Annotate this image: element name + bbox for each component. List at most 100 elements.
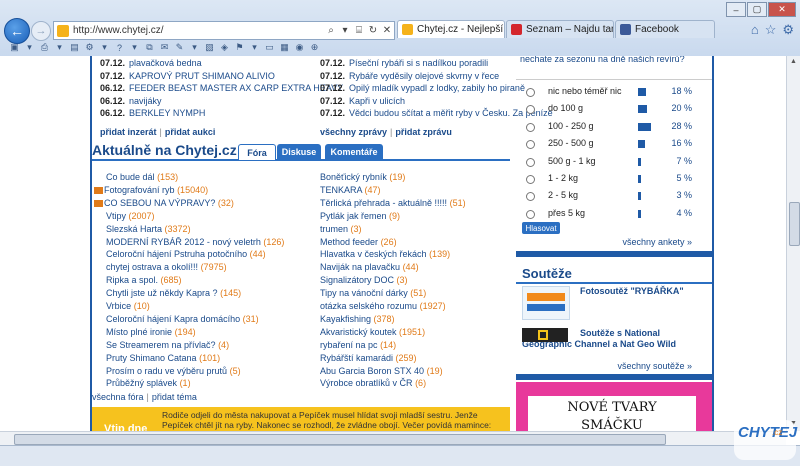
poll-radio[interactable] — [526, 88, 535, 97]
poll-radio[interactable] — [526, 105, 535, 115]
forum-topic-title[interactable]: Akvaristický koutek — [320, 327, 397, 337]
forum-topic[interactable]: CO SEBOU NA VÝPRAVY? (32) — [94, 198, 234, 208]
forum-topic-title[interactable]: Celoroční hájení Kapra domácího — [106, 314, 240, 324]
marketplace-item[interactable]: 07.12. plavačková bedna — [100, 58, 202, 68]
poll-option[interactable]: 250 - 500 g 16 % — [516, 136, 712, 154]
forum-topic[interactable]: Celoroční hájení Pstruha potočního (44) — [106, 249, 266, 259]
forum-topic-title[interactable]: Pruty Shimano Catana — [106, 353, 197, 363]
forum-topic-title[interactable]: Místo plné ironie — [106, 327, 172, 337]
forum-topic-title[interactable]: Výrobce obratlíků v ČR — [320, 378, 413, 388]
forum-topic-title[interactable]: chytej ostrava a okolí!!! — [106, 262, 198, 272]
forum-topic[interactable]: Kayakfishing (378) — [320, 314, 395, 324]
forum-topic[interactable]: Těrlická přehrada - aktuálně !!!!! (51) — [320, 198, 466, 208]
forward-button[interactable]: → — [31, 21, 51, 41]
forum-topic[interactable]: Celoroční hájení Kapra domácího (31) — [106, 314, 259, 324]
item-title[interactable]: Rybáře vyděsily olejové skvrny v řece — [349, 71, 499, 81]
favorites-star-icon[interactable]: ☆ — [765, 22, 777, 38]
forum-topic-title[interactable]: Hlavatka v českých řekách — [320, 249, 427, 259]
forum-topic-title[interactable]: otázka selského rozumu — [320, 301, 417, 311]
dropdown-arrow-icon[interactable]: ▾ — [128, 42, 141, 53]
marketplace-item[interactable]: 06.12. FEEDER BEAST MASTER AX CARP EXTRA … — [100, 83, 343, 93]
forum-topic[interactable]: Se Streamerem na přívlač? (4) — [106, 340, 229, 350]
poll-option[interactable]: do 100 g 20 % — [516, 101, 712, 119]
forum-topic[interactable]: Akvaristický koutek (1951) — [320, 327, 425, 337]
forum-topic-title[interactable]: Vrbice — [106, 301, 131, 311]
forum-topic[interactable]: Výrobce obratlíků v ČR (6) — [320, 378, 426, 388]
forum-topic-title[interactable]: Method feeder — [320, 237, 378, 247]
vertical-scroll-thumb[interactable] — [789, 202, 800, 246]
forum-topic[interactable]: Abu Garcia Boron STX 40 (19) — [320, 366, 443, 376]
forum-topic-title[interactable]: Prosím o radu ve výběru prutů — [106, 366, 227, 376]
poll-option[interactable]: 1 - 2 kg 5 % — [516, 171, 712, 189]
edit-icon[interactable]: ✎ — [173, 42, 186, 53]
page-icon[interactable]: ▤ — [68, 42, 81, 53]
add-ad-link[interactable]: přidat inzerát — [100, 127, 157, 137]
poll-radio[interactable] — [526, 140, 535, 150]
tab-diskuse[interactable]: Diskuse — [277, 144, 321, 159]
add-topic-link[interactable]: přidat téma — [152, 392, 197, 402]
forum-topic[interactable]: Co bude dál (153) — [106, 172, 178, 182]
rss-icon[interactable]: ▣ — [8, 42, 21, 53]
forum-topic[interactable]: Rybářští kamarádi (259) — [320, 353, 417, 363]
home-icon[interactable]: ⌂ — [751, 22, 759, 38]
address-url[interactable]: http://www.chytej.cz/ — [73, 25, 324, 36]
forum-topic[interactable]: Ripka a spol. (685) — [106, 275, 182, 285]
image-icon[interactable]: ▧ — [203, 42, 216, 53]
compatibility-icon[interactable]: ⌸ — [352, 25, 366, 36]
forum-topic-title[interactable]: Tipy na vánoční dárky — [320, 288, 408, 298]
dropdown-arrow-icon[interactable]: ▾ — [188, 42, 201, 53]
item-title[interactable]: KAPROVÝ PRUT SHIMANO ALIVIO — [129, 71, 275, 81]
poll-radio[interactable] — [526, 157, 535, 167]
maximize-button[interactable]: ▢ — [747, 2, 767, 17]
item-title[interactable]: Píseční rybáři si s nadílkou poradili — [349, 58, 488, 68]
forum-topic[interactable]: TENKARA (47) — [320, 185, 381, 195]
help-icon[interactable]: ? — [113, 42, 126, 53]
translate-icon[interactable]: ◈ — [218, 42, 231, 53]
horizontal-scroll-thumb[interactable] — [14, 434, 666, 445]
joke-text[interactable]: Rodiče odjeli do města nakupovat a Pepíč… — [162, 410, 507, 431]
marketplace-item[interactable]: 06.12. BERKLEY NYMPH — [100, 108, 205, 118]
poll-option[interactable]: 100 - 250 g 28 % — [516, 119, 712, 137]
all-news-link[interactable]: všechny zprávy — [320, 127, 387, 137]
forum-topic-title[interactable]: Abu Garcia Boron STX 40 — [320, 366, 424, 376]
forum-topic-title[interactable]: Pytlák jak řemen — [320, 211, 387, 221]
dropdown-arrow-icon[interactable]: ▾ — [23, 42, 36, 53]
tab-komentare[interactable]: Komentáře — [325, 144, 383, 159]
print-icon[interactable]: ⎙ — [38, 42, 51, 53]
marketplace-item[interactable]: 06.12. navijáky — [100, 96, 162, 106]
forum-topic[interactable]: Pytlák jak řemen (9) — [320, 211, 400, 221]
forum-topic-title[interactable]: Celoroční hájení Pstruha potočního — [106, 249, 247, 259]
poll-radio[interactable] — [526, 175, 535, 184]
forum-topic[interactable]: Vrbice (10) — [106, 301, 150, 311]
nat-geo-logo[interactable] — [522, 328, 568, 342]
forum-topic-title[interactable]: MODERNÍ RYBÁŘ 2012 - nový veletrh — [106, 237, 261, 247]
close-window-button[interactable]: ✕ — [768, 2, 796, 17]
dropdown-arrow-icon[interactable]: ▾ — [98, 42, 111, 53]
forum-topic[interactable]: Chytli jste už někdy Kapra ? (145) — [106, 288, 241, 298]
settings-gear-icon[interactable]: ⚙ — [782, 22, 794, 38]
item-title[interactable]: Opilý mladík vypadl z lodky, zabily ho p… — [349, 83, 525, 93]
refresh-icon[interactable]: ↻ — [366, 25, 380, 36]
dropdown-arrow-icon[interactable]: ▾ — [338, 25, 352, 36]
tab-facebook[interactable]: Facebook — [615, 20, 715, 38]
forum-topic[interactable]: Signalizátory DOC (3) — [320, 275, 408, 285]
marketplace-item[interactable]: 07.12. KAPROVÝ PRUT SHIMANO ALIVIO — [100, 71, 275, 81]
forum-topic-title[interactable]: Kayakfishing — [320, 314, 371, 324]
forum-topic-title[interactable]: Boněťický rybník — [320, 172, 387, 182]
advertisement-banner[interactable]: NOVÉ TVARY SMÁČKU — [516, 382, 712, 431]
dropdown-arrow-icon[interactable]: ▾ — [53, 42, 66, 53]
news-item[interactable]: 07.12. Kapři v ulicích — [320, 96, 405, 106]
forum-topic-title[interactable]: Vtipy — [106, 211, 126, 221]
vote-button[interactable]: Hlasovat — [522, 222, 560, 234]
contest-logo-rybarka[interactable] — [522, 286, 570, 320]
poll-radio[interactable] — [526, 192, 535, 202]
forum-topic-title[interactable]: Průběžný splávek — [106, 378, 177, 388]
item-title[interactable]: Kapři v ulicích — [349, 96, 405, 106]
vertical-scrollbar[interactable]: ▲ ▼ — [786, 56, 800, 431]
dropdown-arrow-icon[interactable]: ▾ — [248, 42, 261, 53]
item-title[interactable]: FEEDER BEAST MASTER AX CARP EXTRA HEAVY — [129, 83, 343, 93]
forum-topic-title[interactable]: Fotografování ryb — [104, 185, 175, 195]
note-icon[interactable]: ▦ — [278, 42, 291, 53]
contest-link-rybarka[interactable]: Fotosoutěž "RYBÁŘKA" — [580, 286, 684, 296]
forum-topic[interactable]: Method feeder (26) — [320, 237, 397, 247]
